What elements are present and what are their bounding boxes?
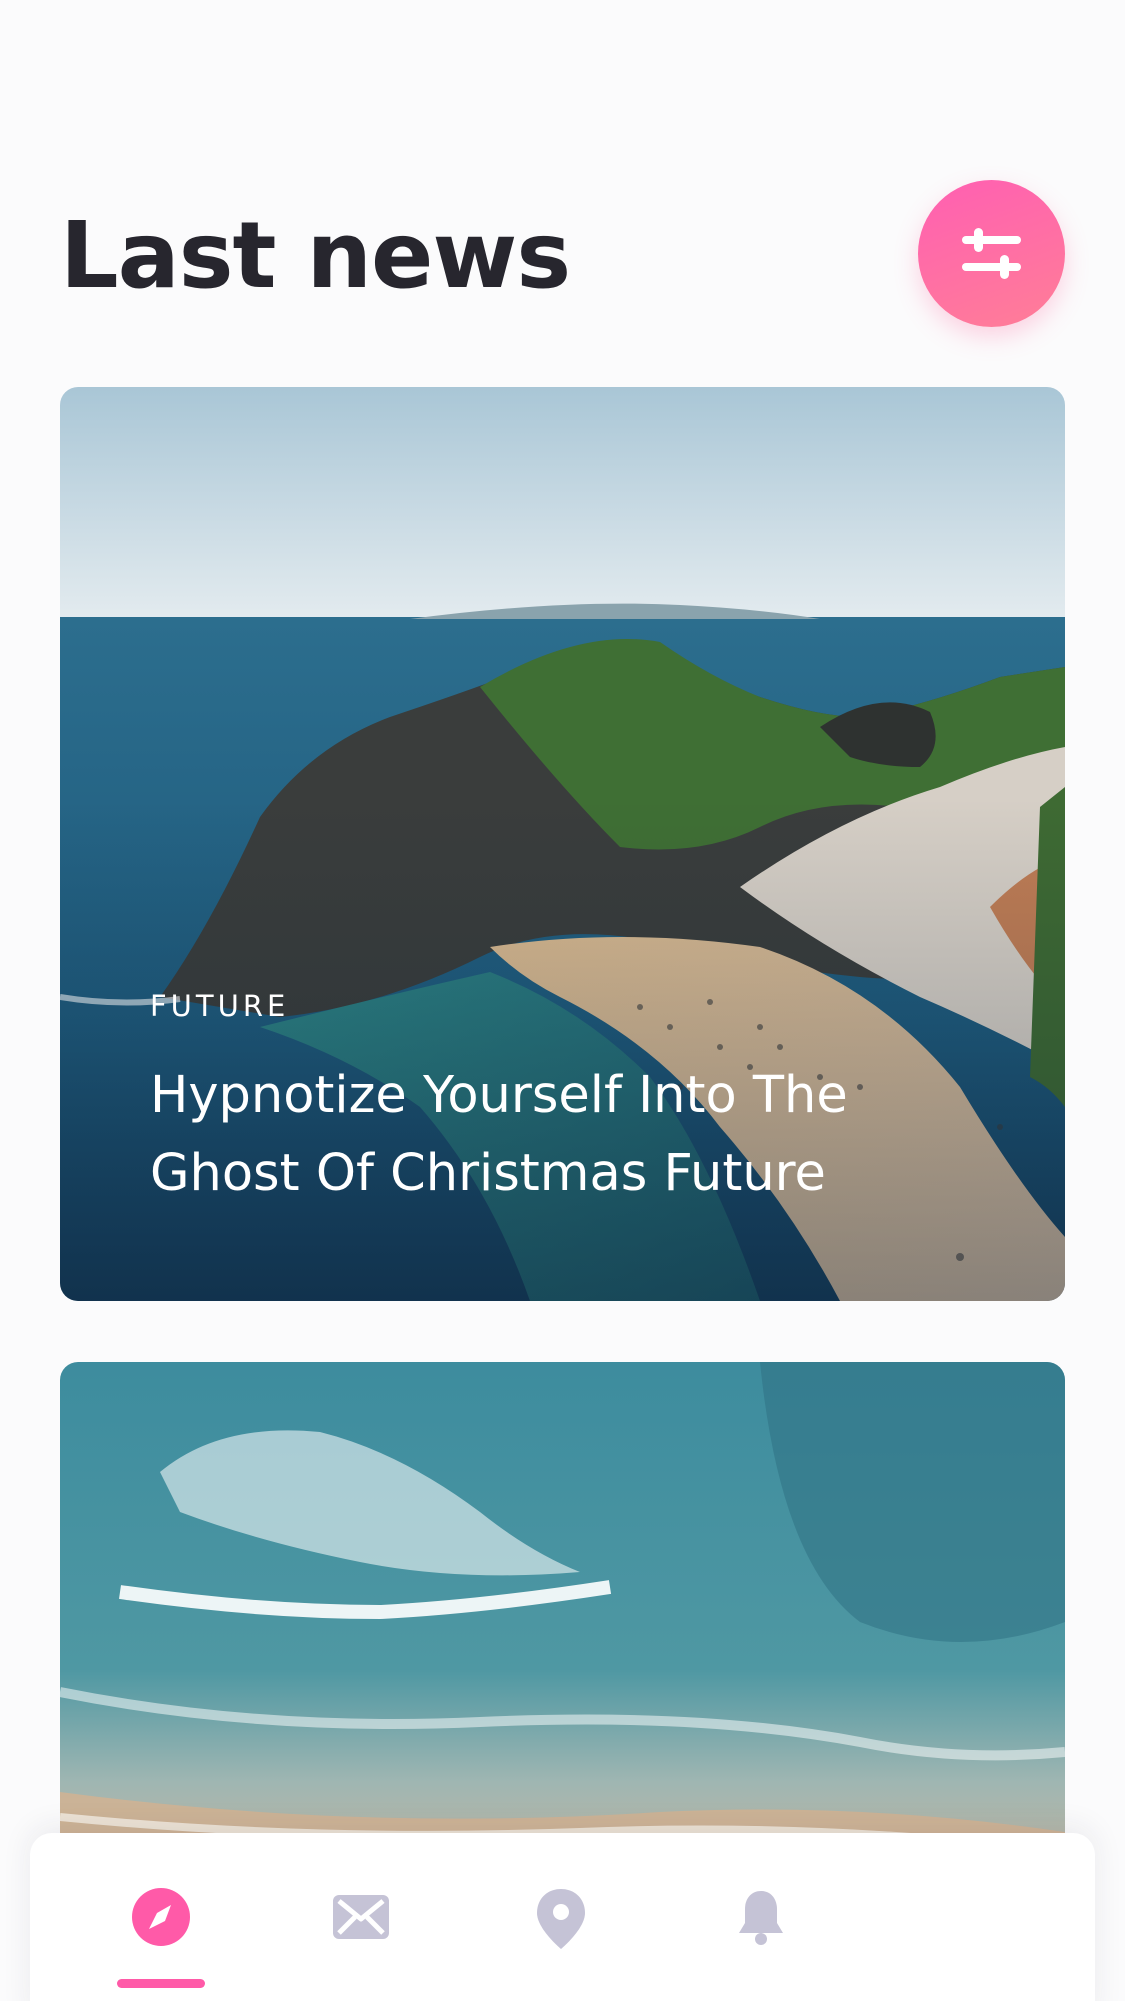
bottom-navigation <box>30 1833 1095 2001</box>
page-title: Last news <box>60 202 571 309</box>
nav-location[interactable] <box>516 1887 606 1977</box>
sliders-icon <box>962 228 1021 279</box>
nav-notifications[interactable] <box>716 1887 806 1977</box>
news-card[interactable]: FUTURE Hypnotize Yourself Into The Ghost… <box>60 387 1065 1301</box>
card-category: FUTURE <box>150 989 290 1023</box>
news-screen: Last news FUTURE Hypnotize Yourself Into… <box>0 0 1125 2001</box>
active-tab-indicator <box>117 1979 205 1988</box>
nav-explore[interactable] <box>116 1887 206 1977</box>
compass-icon <box>132 1888 190 1946</box>
bell-icon <box>739 1891 783 1945</box>
card-title: Hypnotize Yourself Into The Ghost Of Chr… <box>150 1066 848 1203</box>
nav-messages[interactable] <box>316 1887 406 1977</box>
filter-button[interactable] <box>918 180 1065 327</box>
location-pin-icon <box>537 1889 585 1949</box>
mail-icon <box>333 1895 389 1939</box>
